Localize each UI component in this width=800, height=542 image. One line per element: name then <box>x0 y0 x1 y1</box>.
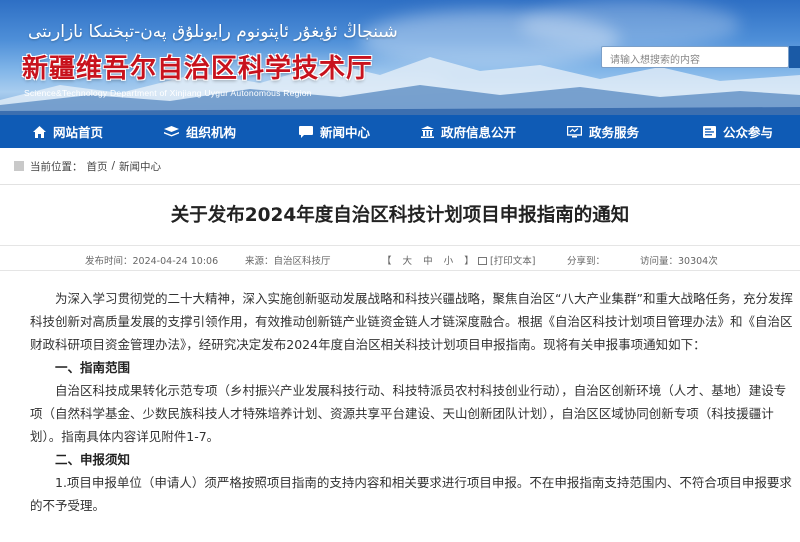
section-heading: 一、指南范围 <box>55 360 131 375</box>
banner-en-title: Science&Technology Department of Xinjian… <box>24 88 312 98</box>
search-input[interactable]: 请输入想搜索的内容 <box>601 46 789 68</box>
nav-item-public[interactable]: 公众参与 <box>703 115 773 148</box>
nav-item-label: 政府信息公开 <box>441 125 517 140</box>
view-count: 访问量：30304次 <box>640 256 718 267</box>
breadcrumb-home-link[interactable]: 首页 <box>87 159 108 174</box>
article-body: 为深入学习贯彻党的二十大精神，深入实施创新驱动发展战略和科技兴疆战略，聚焦自治区… <box>30 287 795 517</box>
font-size-control: 【 大 中 小 】 <box>378 253 478 267</box>
article-title: 关于发布2024年度自治区科技计划项目申报指南的通知 <box>170 205 630 226</box>
print-icon <box>478 257 487 265</box>
breadcrumb-current-link[interactable]: 新闻中心 <box>119 159 161 174</box>
share-label: 分享到： <box>567 256 606 267</box>
bracket-open: 【 <box>382 256 392 267</box>
nav-item-gov-info[interactable]: 政府信息公开 <box>421 115 516 148</box>
banner-cloud <box>520 0 740 50</box>
main-nav: 网站首页 组织机构 新闻中心 政府信息公开 政务服务 公众参与 <box>0 115 800 148</box>
nav-item-label: 公众参与 <box>723 125 774 140</box>
font-size-small-button[interactable]: 小 <box>444 256 454 267</box>
site-banner: شىنجاڭ ئۇيغۇر ئاپتونوم رايونلۇق پەن-تېخن… <box>0 0 800 115</box>
article-paragraph: 为深入学习贯彻党的二十大精神，深入实施创新驱动发展战略和科技兴疆战略，聚焦自治区… <box>30 291 793 352</box>
font-size-medium-button[interactable]: 中 <box>423 256 433 267</box>
layers-icon <box>164 125 179 136</box>
forum-icon <box>703 125 716 138</box>
home-icon <box>33 125 46 138</box>
nav-item-services[interactable]: 政务服务 <box>567 115 639 148</box>
print-button[interactable]: [打印文本] <box>478 253 535 267</box>
nav-item-label: 政务服务 <box>589 125 640 140</box>
breadcrumb-separator: / <box>111 160 116 172</box>
bracket-close: 】 <box>464 256 474 267</box>
nav-item-label: 组织机构 <box>186 125 237 140</box>
search-button[interactable] <box>789 46 800 68</box>
section-heading: 二、申报须知 <box>55 452 131 467</box>
monitor-icon <box>567 125 582 137</box>
nav-item-news[interactable]: 新闻中心 <box>299 115 370 148</box>
nav-item-label: 新闻中心 <box>320 125 371 140</box>
breadcrumb: 当前位置： 首页 / 新闻中心 <box>0 148 800 185</box>
nav-item-organization[interactable]: 组织机构 <box>164 115 236 148</box>
banner-uyghur-title: شىنجاڭ ئۇيغۇر ئاپتونوم رايونلۇق پەن-تېخن… <box>28 22 398 42</box>
nav-item-label: 网站首页 <box>53 125 104 140</box>
location-icon <box>14 161 24 171</box>
banner-cn-title: 新疆维吾尔自治区科学技术厅 <box>22 54 374 84</box>
article-meta-bar: 发布时间：2024-04-24 10:06 来源：自治区科技厅 【 大 中 小 … <box>0 245 800 271</box>
publish-date: 发布时间：2024-04-24 10:06 <box>85 256 219 267</box>
article-source: 来源：自治区科技厅 <box>245 256 331 267</box>
building-icon <box>421 125 434 138</box>
font-size-large-button[interactable]: 大 <box>403 256 413 267</box>
breadcrumb-prefix: 当前位置： <box>30 160 83 173</box>
chat-icon <box>299 125 313 138</box>
print-label: [打印文本] <box>490 256 536 267</box>
article-paragraph: 1.项目申报单位（申请人）须严格按照项目指南的支持内容和相关要求进行项目申报。不… <box>30 475 792 513</box>
article-paragraph: 自治区科技成果转化示范专项（乡村振兴产业发展科技行动、科技特派员农村科技创业行动… <box>30 383 787 444</box>
nav-item-home[interactable]: 网站首页 <box>33 115 103 148</box>
